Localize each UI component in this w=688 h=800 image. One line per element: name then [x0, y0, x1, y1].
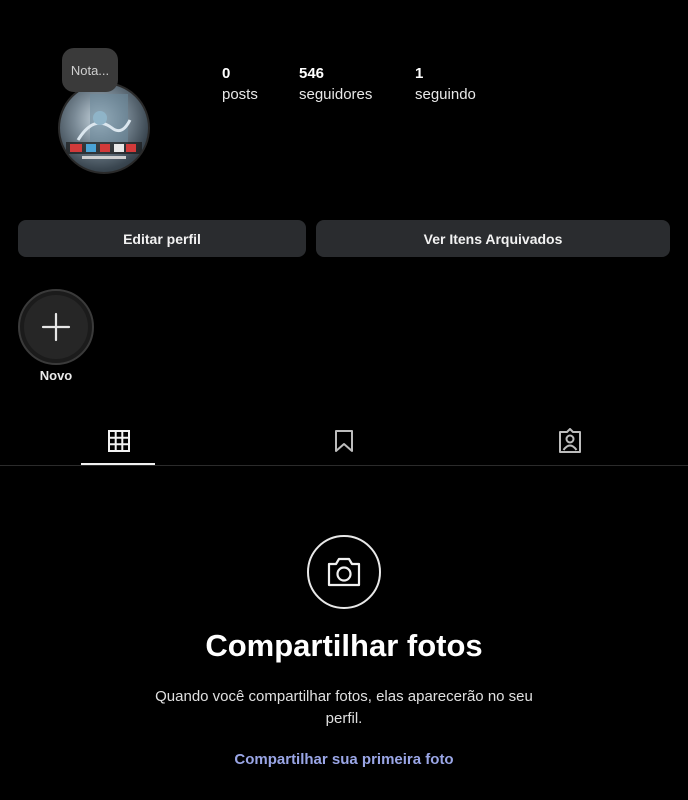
stat-posts: 0 posts — [222, 64, 258, 106]
followers-count: 546 — [299, 65, 325, 82]
edit-profile-label: Editar perfil — [123, 230, 201, 247]
new-highlight-button[interactable] — [18, 289, 94, 365]
following-count: 1 — [415, 65, 424, 82]
avatar-image — [58, 82, 150, 174]
share-first-photo-link[interactable]: Compartilhar sua primeira foto — [0, 751, 688, 768]
archived-items-label: Ver Itens Arquivados — [423, 230, 563, 247]
bookmark-icon — [334, 430, 353, 452]
grid-icon — [107, 430, 130, 452]
camera-circle[interactable] — [307, 535, 381, 609]
followers-label: seguidores — [299, 86, 373, 103]
note-bubble[interactable]: Nota... — [62, 48, 118, 92]
following-label: seguindo — [415, 86, 476, 103]
stat-followers[interactable]: 546 seguidores — [299, 64, 372, 106]
edit-profile-button[interactable]: Editar perfil — [18, 220, 306, 257]
new-highlight-label: Novo — [39, 368, 73, 383]
empty-state-title: Compartilhar fotos — [205, 628, 483, 663]
profile-avatar[interactable] — [58, 82, 150, 174]
tab-divider — [0, 465, 688, 466]
plus-icon — [41, 312, 71, 342]
archived-items-button[interactable]: Ver Itens Arquivados — [316, 220, 670, 257]
stat-following[interactable]: 1 seguindo — [415, 64, 476, 106]
posts-count: 0 — [222, 65, 231, 82]
tab-tagged[interactable] — [455, 418, 684, 464]
posts-label: posts — [222, 86, 258, 103]
tagged-person-icon — [558, 428, 581, 453]
tab-saved[interactable] — [229, 418, 458, 464]
note-text: Nota... — [70, 62, 110, 78]
new-highlight-inner — [24, 295, 88, 359]
empty-state-text: Quando você compartilhar fotos, elas apa… — [155, 688, 533, 727]
camera-icon — [327, 557, 361, 587]
tab-posts-grid[interactable] — [4, 418, 233, 464]
